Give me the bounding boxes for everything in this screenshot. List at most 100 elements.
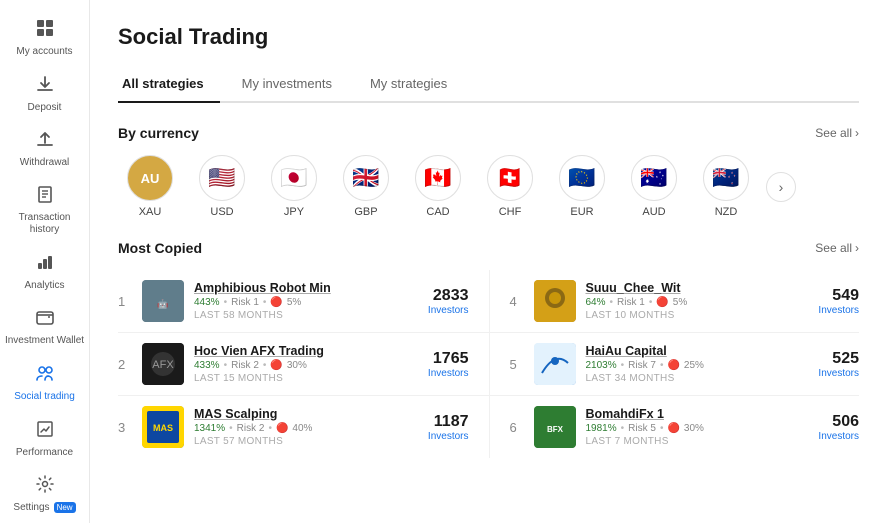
sidebar-label-transaction-history: Transaction history (4, 212, 85, 236)
investor-count-2: 1765 (409, 350, 469, 368)
strategy-drawdown-5: 25% (684, 360, 704, 371)
strategy-item-3[interactable]: 3 MAS MAS Scalping 1341% • Risk 2 • 🔴 40… (118, 396, 489, 458)
investment-wallet-icon (35, 307, 55, 332)
currency-next-button[interactable]: › (766, 172, 796, 202)
sidebar-item-performance[interactable]: Performance (0, 411, 89, 466)
strategy-risk-2: Risk 2 (231, 360, 259, 371)
strategy-gain-1: 443% (194, 297, 220, 308)
sidebar-label-my-accounts: My accounts (16, 46, 72, 58)
strategy-drawdown-2: 30% (287, 360, 307, 371)
by-currency-header: By currency See all › (118, 125, 859, 141)
strategy-item-1[interactable]: 1 🤖 Amphibious Robot Min 443% • Risk 1 •… (118, 270, 489, 333)
currency-nzd[interactable]: 🇳🇿 NZD (694, 155, 758, 218)
strategy-avatar-2: AFX (142, 343, 184, 385)
currency-usd[interactable]: 🇺🇸 USD (190, 155, 254, 218)
investor-label-5: Investors (799, 368, 859, 379)
strategy-age-1: LAST 58 MONTHS (194, 310, 399, 321)
investor-label-3: Investors (409, 431, 469, 442)
by-currency-see-all[interactable]: See all › (815, 126, 859, 140)
strategy-name-5: HaiAu Capital (586, 344, 790, 358)
strategy-risk-1: Risk 1 (231, 297, 259, 308)
strategy-item-5[interactable]: 5 HaiAu Capital 2103% • Risk 7 • 🔴 25% L… (489, 333, 860, 396)
sidebar-item-withdrawal[interactable]: Withdrawal (0, 121, 89, 176)
strategy-gain-3: 1341% (194, 423, 225, 434)
strategy-risk-5: Risk 7 (628, 360, 656, 371)
jpy-flag: 🇯🇵 (271, 155, 317, 201)
strategy-rank-5: 5 (510, 357, 524, 372)
strategy-name-3: MAS Scalping (194, 407, 399, 421)
currency-xau[interactable]: AU XAU (118, 155, 182, 218)
sidebar-item-settings[interactable]: Settings New (0, 466, 89, 521)
sidebar-item-deposit[interactable]: Deposit (0, 66, 89, 121)
eur-flag: 🇪🇺 (559, 155, 605, 201)
currency-aud[interactable]: 🇦🇺 AUD (622, 155, 686, 218)
strategy-risk-6: Risk 5 (628, 423, 656, 434)
deposit-icon (35, 74, 55, 99)
strategy-investors-4: 549 Investors (799, 287, 859, 316)
investor-count-5: 525 (799, 350, 859, 368)
strategy-age-6: LAST 7 MONTHS (586, 436, 790, 447)
strategy-rank-1: 1 (118, 294, 132, 309)
my-accounts-icon (35, 18, 55, 43)
svg-text:MAS: MAS (153, 423, 173, 433)
svg-text:AFX: AFX (152, 359, 174, 371)
strategy-rank-3: 3 (118, 420, 132, 435)
tab-all-strategies[interactable]: All strategies (118, 68, 220, 103)
settings-icon (35, 474, 55, 499)
strategy-investors-2: 1765 Investors (409, 350, 469, 379)
strategy-info-6: BomahdiFx 1 1981% • Risk 5 • 🔴 30% LAST … (586, 407, 790, 447)
strategy-avatar-4 (534, 280, 576, 322)
currency-label-nzd: NZD (715, 206, 738, 218)
sidebar-item-social-trading[interactable]: Social trading (0, 355, 89, 411)
investor-count-4: 549 (799, 287, 859, 305)
investor-label-4: Investors (799, 305, 859, 316)
strategy-stats-1: 443% • Risk 1 • 🔴 5% (194, 297, 399, 308)
currency-gbp[interactable]: 🇬🇧 GBP (334, 155, 398, 218)
strategy-age-4: LAST 10 MONTHS (586, 310, 790, 321)
currency-row: AU XAU 🇺🇸 USD 🇯🇵 JPY 🇬🇧 GBP 🇨🇦 CAD 🇨🇭 CH… (118, 155, 859, 218)
currency-cad[interactable]: 🇨🇦 CAD (406, 155, 470, 218)
strategy-rank-6: 6 (510, 420, 524, 435)
sidebar-item-analytics[interactable]: Analytics (0, 244, 89, 299)
currency-jpy[interactable]: 🇯🇵 JPY (262, 155, 326, 218)
sidebar-item-investment-wallet[interactable]: Investment Wallet (0, 299, 89, 355)
investor-count-3: 1187 (409, 413, 469, 431)
strategy-avatar-5 (534, 343, 576, 385)
strategy-investors-3: 1187 Investors (409, 413, 469, 442)
strategy-name-6: BomahdiFx 1 (586, 407, 790, 421)
strategy-gain-6: 1981% (586, 423, 617, 434)
investor-label-6: Investors (799, 431, 859, 442)
tab-my-investments[interactable]: My investments (238, 68, 348, 103)
most-copied-see-all[interactable]: See all › (815, 241, 859, 255)
strategy-avatar-1: 🤖 (142, 280, 184, 322)
currency-eur[interactable]: 🇪🇺 EUR (550, 155, 614, 218)
strategy-gain-5: 2103% (586, 360, 617, 371)
analytics-icon (35, 252, 55, 277)
investor-count-6: 506 (799, 413, 859, 431)
svg-text:BFX: BFX (547, 425, 564, 434)
strategy-age-2: LAST 15 MONTHS (194, 373, 399, 384)
strategy-item-4[interactable]: 4 Suuu_Chee_Wit 64% • Risk 1 • 🔴 5% LAST… (489, 270, 860, 333)
aud-flag: 🇦🇺 (631, 155, 677, 201)
currency-label-xau: XAU (139, 206, 162, 218)
strategy-item-2[interactable]: 2 AFX Hoc Vien AFX Trading 433% • Risk 2… (118, 333, 489, 396)
strategy-item-6[interactable]: 6 BFX BomahdiFx 1 1981% • Risk 5 • 🔴 30%… (489, 396, 860, 458)
settings-new-badge: New (54, 502, 76, 513)
social-trading-icon (35, 363, 55, 388)
strategy-stats-2: 433% • Risk 2 • 🔴 30% (194, 360, 399, 371)
nzd-flag: 🇳🇿 (703, 155, 749, 201)
tab-my-strategies[interactable]: My strategies (366, 68, 463, 103)
strategy-investors-6: 506 Investors (799, 413, 859, 442)
strategy-investors-1: 2833 Investors (409, 287, 469, 316)
strategy-name-1: Amphibious Robot Min (194, 281, 399, 295)
transaction-history-icon (35, 184, 55, 209)
strategy-info-2: Hoc Vien AFX Trading 433% • Risk 2 • 🔴 3… (194, 344, 399, 384)
sidebar-label-deposit: Deposit (28, 102, 62, 113)
sidebar-item-my-accounts[interactable]: My accounts (0, 10, 89, 66)
currency-chf[interactable]: 🇨🇭 CHF (478, 155, 542, 218)
strategy-age-3: LAST 57 MONTHS (194, 436, 399, 447)
strategy-info-1: Amphibious Robot Min 443% • Risk 1 • 🔴 5… (194, 281, 399, 321)
sidebar-item-transaction-history[interactable]: Transaction history (0, 176, 89, 244)
strategy-info-4: Suuu_Chee_Wit 64% • Risk 1 • 🔴 5% LAST 1… (586, 281, 790, 321)
strategy-drawdown-3: 40% (292, 423, 312, 434)
